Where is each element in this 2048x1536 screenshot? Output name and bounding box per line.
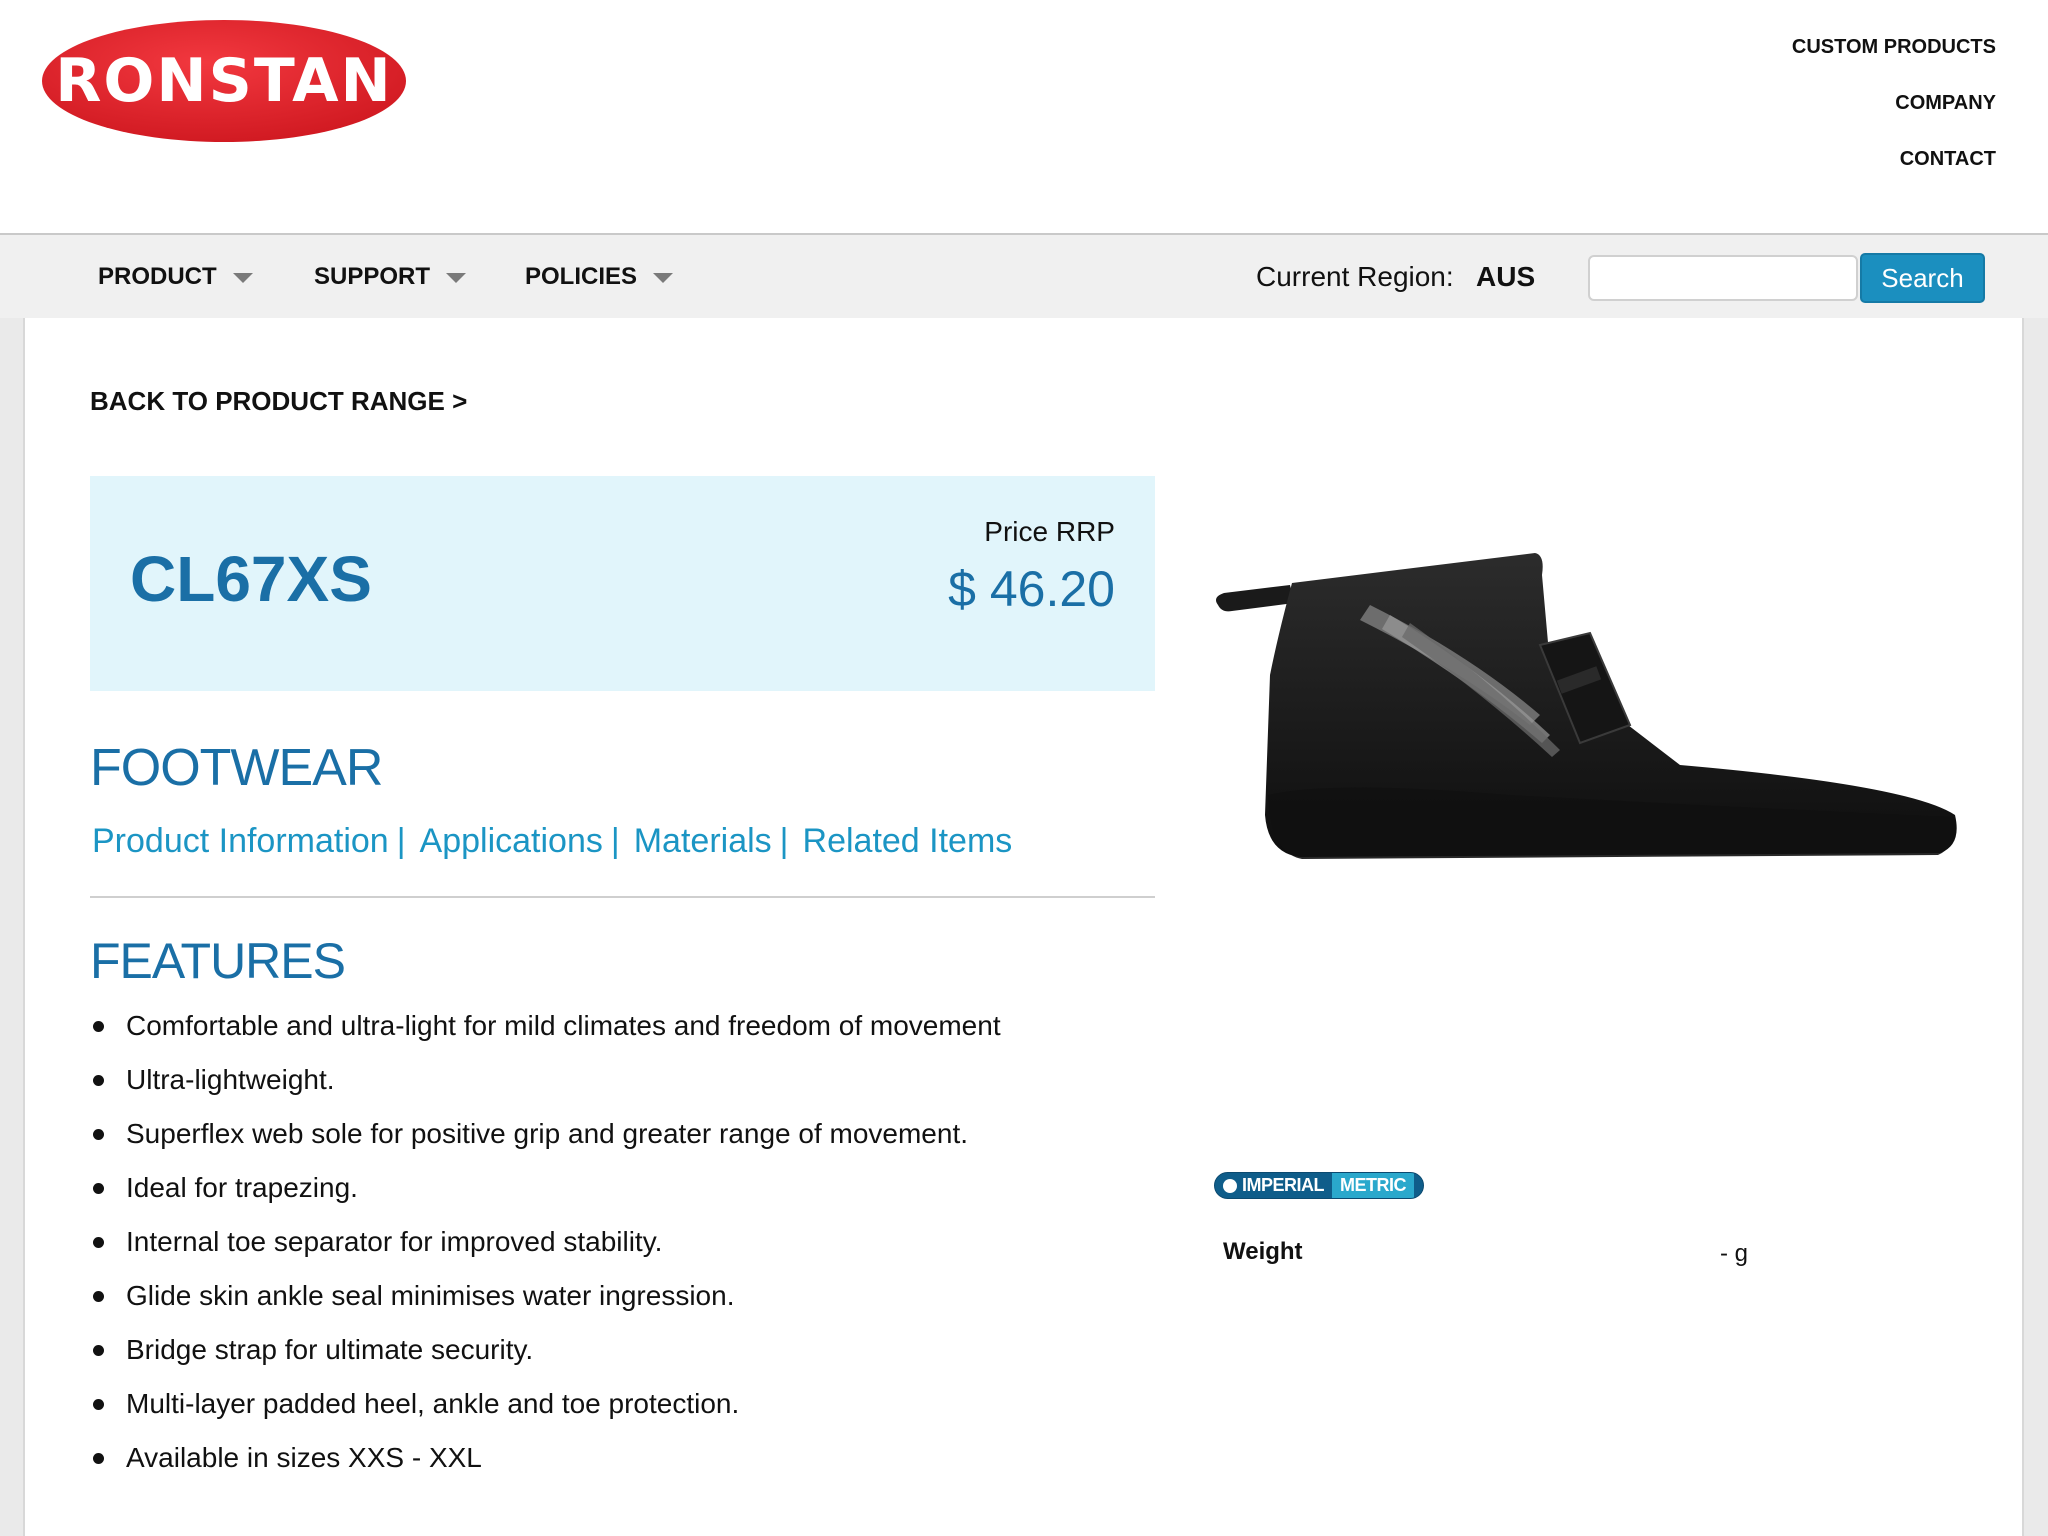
feature-text: Ultra-lightweight. xyxy=(126,1064,335,1095)
features-list: Comfortable and ultra-light for mild cli… xyxy=(90,1006,1001,1492)
chevron-down-icon xyxy=(232,273,253,283)
region-label: Current Region: xyxy=(1256,261,1454,292)
bullet-icon xyxy=(93,1075,104,1086)
weight-label: Weight xyxy=(1223,1238,1303,1265)
tab-related-items[interactable]: Related Items xyxy=(803,822,1013,861)
ronstan-logo[interactable]: RONSTAN xyxy=(40,18,408,144)
bullet-icon xyxy=(93,1291,104,1302)
region-value[interactable]: AUS xyxy=(1476,261,1535,293)
price-label: Price RRP xyxy=(984,516,1115,547)
feature-text: Glide skin ankle seal minimises water in… xyxy=(126,1280,735,1311)
feature-text: Available in sizes XXS - XXL xyxy=(126,1442,482,1473)
page-gutter-right xyxy=(2022,318,2048,1536)
feature-item: Comfortable and ultra-light for mild cli… xyxy=(90,1006,1001,1060)
page-gutter-left xyxy=(0,318,25,1536)
back-to-product-range-link[interactable]: BACK TO PRODUCT RANGE > xyxy=(90,386,467,417)
company-link[interactable]: COMPANY xyxy=(1792,90,1996,116)
tab-applications[interactable]: Applications xyxy=(420,822,603,861)
feature-item: Available in sizes XXS - XXL xyxy=(90,1438,1001,1492)
divider xyxy=(90,896,1155,898)
tab-separator: | xyxy=(779,822,789,860)
nav-policies-label: POLICIES xyxy=(525,263,638,290)
price-value: $ 46.20 xyxy=(948,561,1115,617)
search-button[interactable]: Search xyxy=(1860,253,1985,303)
feature-item: Glide skin ankle seal minimises water in… xyxy=(90,1276,1001,1330)
radio-selected-icon xyxy=(1223,1178,1237,1193)
chevron-down-icon xyxy=(446,273,467,283)
nav-policies[interactable]: POLICIES xyxy=(525,263,674,291)
feature-item: Superflex web sole for positive grip and… xyxy=(90,1114,1001,1168)
feature-item: Ideal for trapezing. xyxy=(90,1168,1001,1222)
top-links: CUSTOM PRODUCTS COMPANY CONTACT xyxy=(1792,34,1996,202)
nav-support[interactable]: SUPPORT xyxy=(314,263,467,291)
chevron-down-icon xyxy=(653,273,674,283)
nav-product-label: PRODUCT xyxy=(98,263,217,290)
site-header: RONSTAN CUSTOM PRODUCTS COMPANY CONTACT xyxy=(0,0,2048,233)
nav-support-label: SUPPORT xyxy=(314,263,431,290)
bullet-icon xyxy=(93,1129,104,1140)
bullet-icon xyxy=(93,1021,104,1032)
custom-products-link[interactable]: CUSTOM PRODUCTS xyxy=(1792,34,1996,60)
main-nav: PRODUCT SUPPORT POLICIES Current Region:… xyxy=(0,233,2048,318)
feature-text: Multi-layer padded heel, ankle and toe p… xyxy=(126,1388,740,1419)
nav-product[interactable]: PRODUCT xyxy=(98,263,253,291)
product-tabs: Product Information | Applications | Mater… xyxy=(92,822,1012,861)
feature-text: Internal toe separator for improved stab… xyxy=(126,1226,663,1257)
tab-separator: | xyxy=(610,822,620,860)
logo-text: RONSTAN xyxy=(55,46,393,116)
bullet-icon xyxy=(93,1237,104,1248)
product-image-shoe[interactable] xyxy=(1210,545,1960,865)
tab-product-information[interactable]: Product Information xyxy=(92,822,389,861)
tab-materials[interactable]: Materials xyxy=(634,822,772,861)
feature-item: Ultra-lightweight. xyxy=(90,1060,1001,1114)
search-input[interactable] xyxy=(1588,255,1858,301)
unit-imperial-option[interactable]: IMPERIAL xyxy=(1242,1175,1325,1196)
bullet-icon xyxy=(93,1399,104,1410)
unit-toggle[interactable]: IMPERIAL METRIC xyxy=(1214,1172,1424,1199)
product-category: FOOTWEAR xyxy=(90,739,383,797)
tab-separator: | xyxy=(396,822,406,860)
bullet-icon xyxy=(93,1453,104,1464)
contact-link[interactable]: CONTACT xyxy=(1792,146,1996,172)
feature-text: Bridge strap for ultimate security. xyxy=(126,1334,534,1365)
bullet-icon xyxy=(93,1183,104,1194)
feature-text: Ideal for trapezing. xyxy=(126,1172,358,1203)
features-title: FEATURES xyxy=(90,933,346,989)
product-header-box: CL67XS Price RRP $ 46.20 xyxy=(90,476,1155,691)
feature-item: Internal toe separator for improved stab… xyxy=(90,1222,1001,1276)
feature-item: Bridge strap for ultimate security. xyxy=(90,1330,1001,1384)
feature-text: Comfortable and ultra-light for mild cli… xyxy=(126,1010,1001,1041)
feature-text: Superflex web sole for positive grip and… xyxy=(126,1118,969,1149)
bullet-icon xyxy=(93,1345,104,1356)
feature-item: Multi-layer padded heel, ankle and toe p… xyxy=(90,1384,1001,1438)
weight-value: - g xyxy=(1720,1240,1749,1267)
product-code: CL67XS xyxy=(130,543,372,615)
unit-metric-option[interactable]: METRIC xyxy=(1332,1173,1415,1198)
